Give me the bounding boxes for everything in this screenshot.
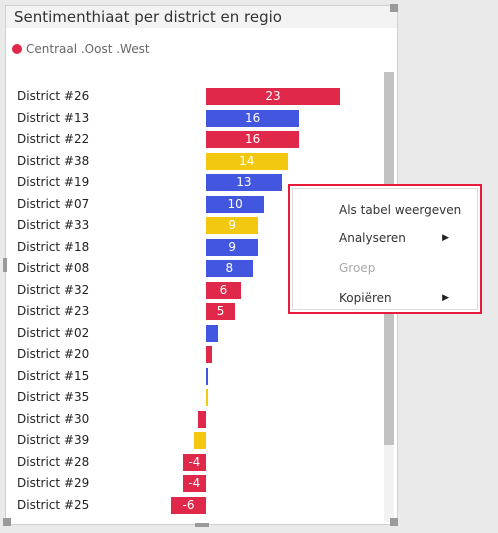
menu-item-analyseren[interactable]: Analyseren bbox=[339, 231, 406, 245]
category-label: District #25 bbox=[17, 497, 90, 512]
category-label: District #30 bbox=[17, 411, 90, 426]
category-label: District #39 bbox=[17, 433, 90, 447]
category-label: District #19 bbox=[17, 175, 90, 189]
data-label: 8 bbox=[225, 261, 234, 275]
category-label: District #20 bbox=[17, 347, 90, 361]
resize-handle-bottom[interactable] bbox=[195, 523, 209, 527]
menu-item-als-tabel-weergeven[interactable]: Als tabel weergeven bbox=[339, 203, 461, 217]
bar-row[interactable]: District #26 23 bbox=[6, 86, 386, 107]
category-label: District #02 bbox=[17, 325, 90, 340]
bar[interactable]: 13 bbox=[206, 174, 282, 191]
data-label: 5 bbox=[216, 304, 225, 318]
data-label: 9 bbox=[228, 239, 237, 254]
bar-row[interactable]: District #20 bbox=[6, 344, 386, 365]
data-label: 16 bbox=[244, 110, 261, 125]
bar[interactable]: 9 bbox=[206, 238, 259, 256]
data-label: 6 bbox=[219, 282, 228, 297]
bar-row[interactable]: District #22 16 bbox=[6, 129, 386, 150]
bar-row[interactable]: District #39 bbox=[6, 430, 386, 451]
category-label: District #08 bbox=[17, 261, 90, 275]
data-label: 10 bbox=[227, 196, 243, 211]
bar[interactable] bbox=[206, 346, 212, 363]
resize-handle-bottom-right[interactable] bbox=[390, 518, 398, 526]
category-label: District #32 bbox=[17, 282, 90, 297]
bar-row[interactable]: District #02 bbox=[6, 323, 386, 344]
bar-row[interactable]: District #13 16 bbox=[6, 108, 386, 129]
bar[interactable]: 16 bbox=[206, 131, 300, 148]
bar[interactable] bbox=[194, 432, 206, 449]
category-label: District #26 bbox=[17, 89, 90, 103]
resize-handle-left[interactable] bbox=[3, 258, 7, 272]
bar[interactable] bbox=[206, 389, 208, 406]
bar[interactable]: 8 bbox=[206, 260, 253, 277]
resize-handle-bottom-left[interactable] bbox=[3, 518, 11, 526]
menu-item-groep: Groep bbox=[339, 261, 376, 275]
submenu-arrow-icon: ▶ bbox=[442, 233, 449, 243]
bar[interactable] bbox=[198, 410, 206, 428]
category-label: District #18 bbox=[17, 239, 90, 254]
resize-handle-top-right[interactable] bbox=[390, 4, 398, 12]
category-label: District #23 bbox=[17, 304, 90, 318]
menu-item-kopieren[interactable]: Kopiëren bbox=[339, 291, 392, 305]
category-label: District #15 bbox=[17, 368, 90, 383]
bar-row[interactable]: District #25 -6 bbox=[6, 495, 386, 516]
bar-row[interactable]: District #15 bbox=[6, 366, 386, 387]
category-label: District #38 bbox=[17, 153, 90, 168]
legend-dot-icon bbox=[12, 44, 22, 54]
bar-row[interactable]: District #28 -4 bbox=[6, 452, 386, 473]
category-label: District #07 bbox=[17, 196, 90, 211]
bar[interactable]: 14 bbox=[206, 152, 288, 170]
bar[interactable] bbox=[206, 367, 208, 385]
submenu-arrow-icon: ▶ bbox=[442, 293, 449, 303]
category-label: District #22 bbox=[17, 132, 90, 146]
bar-row[interactable]: District #38 14 bbox=[6, 151, 386, 172]
data-label: 16 bbox=[244, 132, 261, 146]
category-label: District #35 bbox=[17, 390, 90, 404]
bar[interactable]: 23 bbox=[206, 88, 341, 105]
category-label: District #28 bbox=[17, 454, 90, 469]
bar[interactable]: 6 bbox=[206, 281, 241, 299]
chart-title: Sentimenthiaat per district en regio bbox=[14, 8, 282, 26]
context-menu: Als tabel weergeven Analyseren ▶ Groep K… bbox=[288, 184, 482, 314]
bar[interactable]: -6 bbox=[171, 496, 206, 514]
bar[interactable]: 10 bbox=[206, 195, 265, 213]
data-label: 13 bbox=[236, 175, 252, 189]
bar-row[interactable]: District #35 bbox=[6, 387, 386, 408]
legend[interactable]: Centraal .Oost .West bbox=[12, 42, 150, 56]
data-label: -4 bbox=[188, 454, 201, 469]
data-label: -6 bbox=[182, 497, 195, 512]
category-label: District #13 bbox=[17, 110, 90, 125]
category-label: District #29 bbox=[17, 476, 90, 490]
bar-row[interactable]: District #29 -4 bbox=[6, 473, 386, 494]
legend-label: Centraal .Oost .West bbox=[26, 42, 150, 56]
bar[interactable] bbox=[206, 324, 218, 342]
title-bar: Sentimenthiaat per district en regio bbox=[6, 6, 397, 28]
bar[interactable]: 16 bbox=[206, 109, 300, 127]
bar-row[interactable]: District #30 bbox=[6, 409, 386, 430]
bar[interactable]: 9 bbox=[206, 217, 259, 234]
data-label: 14 bbox=[239, 153, 255, 168]
data-label: -4 bbox=[188, 476, 201, 490]
bar[interactable]: 5 bbox=[206, 303, 236, 320]
bar[interactable]: -4 bbox=[182, 453, 206, 471]
bar[interactable]: -4 bbox=[182, 475, 206, 492]
category-label: District #33 bbox=[17, 218, 90, 232]
data-label: 23 bbox=[265, 89, 281, 103]
data-label: 9 bbox=[228, 218, 237, 232]
